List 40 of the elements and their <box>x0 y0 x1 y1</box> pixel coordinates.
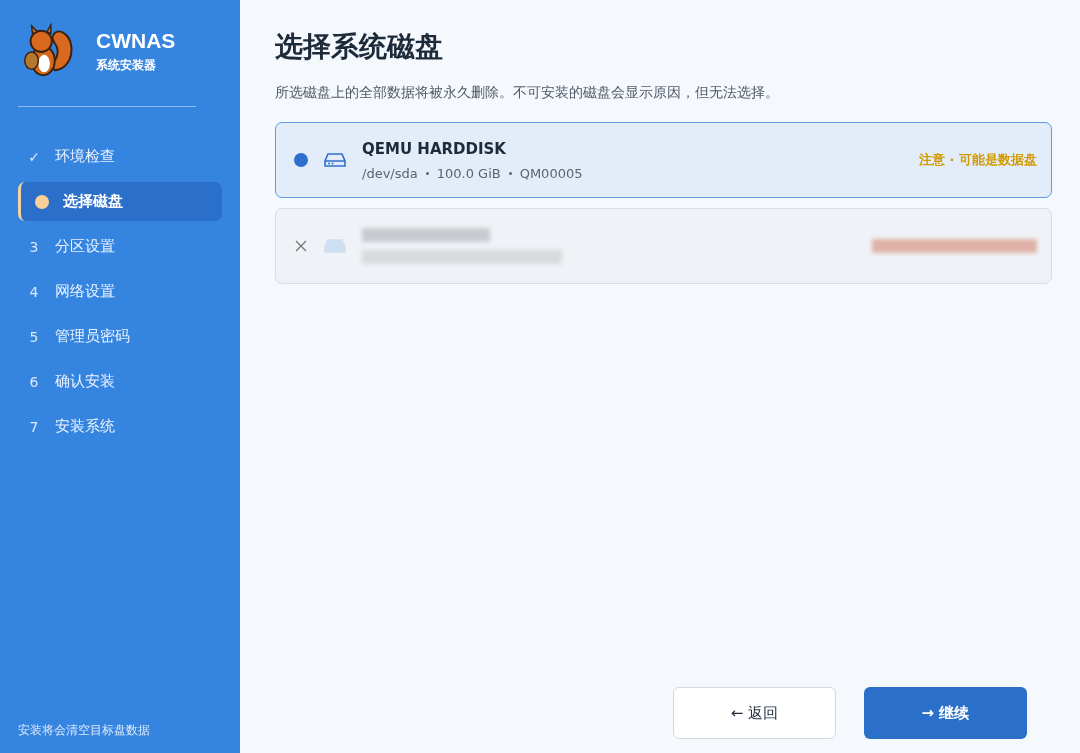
step-label: 选择磁盘 <box>63 192 123 211</box>
step-label: 确认安装 <box>55 372 115 391</box>
step-item[interactable]: 6 确认安装 <box>18 362 222 401</box>
step-item[interactable]: ✓ 环境检查 <box>18 137 222 176</box>
radio-dot <box>294 153 308 167</box>
unavailable-icon <box>295 240 307 252</box>
step-item[interactable]: 选择磁盘 <box>18 182 222 221</box>
step-item[interactable]: 4 网络设置 <box>18 272 222 311</box>
drive-icon <box>324 238 346 254</box>
step-number: 5 <box>28 328 40 345</box>
step-number: 7 <box>28 418 40 435</box>
step-label: 环境检查 <box>55 147 115 166</box>
page-title: 选择系统磁盘 <box>275 29 444 65</box>
continue-button[interactable]: → 继续 <box>864 687 1027 739</box>
sidebar-note: 安装将会清空目标盘数据 <box>18 722 151 739</box>
step-number: 6 <box>28 373 40 390</box>
step-label: 分区设置 <box>55 237 115 256</box>
page-description: 所选磁盘上的全部数据将被永久删除。不可安装的磁盘会显示原因，但无法选择。 <box>275 84 780 102</box>
step-number: 3 <box>28 238 40 255</box>
app-name: CWNAS <box>96 28 176 53</box>
disk-detail: /dev/sda <box>362 165 418 181</box>
check-icon: ✓ <box>27 148 41 165</box>
step-number: 4 <box>28 283 40 300</box>
step-label: 管理员密码 <box>55 327 130 346</box>
separator-dot <box>508 171 512 175</box>
step-label: 安装系统 <box>55 417 115 436</box>
separator-dot <box>425 171 429 175</box>
app-subtitle: 系统安装器 <box>96 56 157 74</box>
disk-detail: QM00005 <box>519 165 583 181</box>
step-item[interactable]: 3 分区设置 <box>18 227 222 266</box>
disk-warning: 注意 · 可能是数据盘 <box>919 151 1037 169</box>
back-button[interactable]: ← 返回 <box>673 687 836 739</box>
current-step-icon <box>35 194 49 209</box>
step-item[interactable]: 5 管理员密码 <box>18 317 222 356</box>
disk-detail: 100.0 GiB <box>436 165 501 181</box>
step-label: 网络设置 <box>55 282 115 301</box>
disk-option[interactable]: QEMU HARDDISK /dev/sda 100.0 GiB QM00005 注意 · 可能是数据盘 <box>275 122 1052 198</box>
step-item[interactable]: 7 安装系统 <box>18 407 222 446</box>
disk-name: QEMU HARDDISK <box>362 139 507 158</box>
drive-icon <box>324 152 346 168</box>
